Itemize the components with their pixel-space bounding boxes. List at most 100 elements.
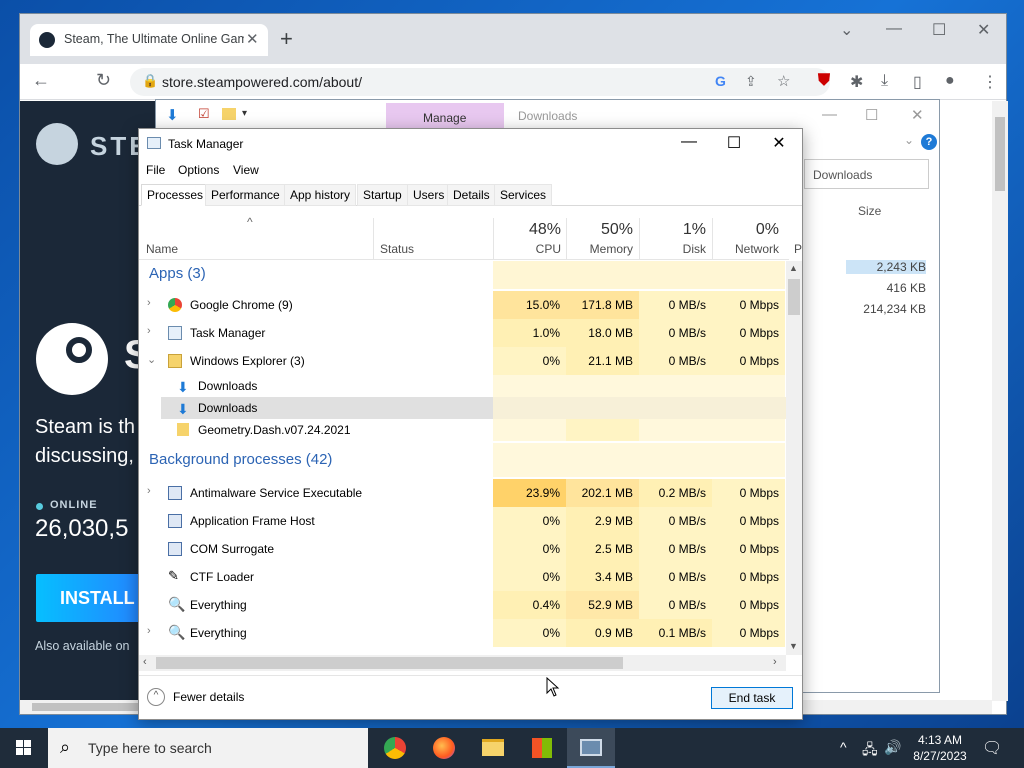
table-row[interactable]: Application Frame Host 0% 2.9 MB 0 MB/s …: [139, 507, 786, 535]
quick-access-dropdown-icon[interactable]: ▾: [242, 108, 247, 119]
size-column-header[interactable]: Size: [858, 204, 881, 218]
minimize-icon[interactable]: —: [822, 106, 837, 123]
child-row[interactable]: ⬇ Downloads: [139, 375, 786, 397]
extensions-icon[interactable]: ✱: [850, 72, 863, 92]
menu-options[interactable]: Options: [178, 163, 219, 177]
share-icon[interactable]: ⇪: [745, 73, 757, 90]
end-task-button[interactable]: End task: [711, 687, 793, 709]
maximize-icon[interactable]: ☐: [714, 133, 754, 153]
page-vertical-scrollbar[interactable]: [992, 101, 1008, 701]
volume-icon[interactable]: 🔊: [884, 739, 901, 756]
taskbar-explorer[interactable]: [469, 728, 517, 768]
taskbar-clock[interactable]: 4:13 AM 8/27/2023: [908, 732, 972, 764]
minimize-icon[interactable]: —: [669, 133, 709, 151]
scroll-up-icon[interactable]: ▲: [789, 263, 798, 273]
tab-services[interactable]: Services: [494, 184, 553, 206]
tray-overflow-icon[interactable]: ^: [840, 739, 847, 755]
scroll-left-icon[interactable]: ‹: [143, 656, 147, 668]
download-icon[interactable]: ⤓: [881, 72, 888, 90]
table-row[interactable]: › Antimalware Service Executable 23.9% 2…: [139, 479, 786, 507]
tab-processes[interactable]: Processes: [141, 184, 210, 206]
clock-time: 4:13 AM: [917, 733, 963, 747]
browser-tab[interactable]: Steam, The Ultimate Online Gam ✕: [30, 24, 268, 56]
col-memory[interactable]: Memory: [571, 242, 633, 256]
taskbar-store[interactable]: [518, 728, 566, 768]
process-horizontal-scrollbar[interactable]: ‹ ›: [139, 655, 786, 671]
expand-chevron-icon[interactable]: ›: [147, 297, 151, 309]
chevron-up-circle-icon[interactable]: ^: [147, 688, 165, 706]
network-icon[interactable]: 🖧: [862, 739, 878, 763]
child-row-selected[interactable]: ⬇ Downloads: [161, 397, 786, 419]
maximize-icon[interactable]: ☐: [865, 106, 878, 124]
column-divider[interactable]: [493, 218, 494, 260]
menu-view[interactable]: View: [233, 163, 259, 177]
folder-icon[interactable]: [222, 108, 236, 120]
expand-chevron-icon[interactable]: ›: [147, 625, 151, 637]
fewer-details-link[interactable]: Fewer details: [173, 690, 244, 704]
start-button[interactable]: [0, 728, 48, 768]
column-divider[interactable]: [639, 218, 640, 260]
properties-icon[interactable]: ☑: [198, 106, 210, 122]
process-vertical-scrollbar[interactable]: ▲ ▼: [786, 261, 802, 655]
ublock-icon[interactable]: ⛊: [818, 72, 830, 90]
scrollbar-thumb[interactable]: [156, 657, 623, 669]
manage-ribbon-tab[interactable]: Manage: [386, 103, 504, 131]
table-row[interactable]: › 🔍 Everything 0% 0.9 MB 0.1 MB/s 0 Mbps: [139, 619, 786, 647]
close-icon[interactable]: ✕: [977, 20, 990, 40]
expand-chevron-icon[interactable]: ›: [147, 485, 151, 497]
expand-ribbon-icon[interactable]: ⌄: [904, 133, 914, 147]
tab-startup[interactable]: Startup: [357, 184, 408, 206]
close-icon[interactable]: ✕: [911, 106, 924, 124]
bookmark-star-icon[interactable]: ☆: [777, 72, 790, 90]
maximize-icon[interactable]: ☐: [932, 20, 946, 40]
col-name[interactable]: Name: [146, 242, 178, 256]
child-row[interactable]: Geometry.Dash.v07.24.2021: [139, 419, 786, 441]
table-row[interactable]: › Google Chrome (9) 15.0% 171.8 MB 0 MB/…: [139, 291, 786, 319]
reload-icon[interactable]: ↻: [96, 70, 111, 91]
google-icon[interactable]: G: [715, 73, 726, 89]
help-icon[interactable]: ?: [921, 134, 937, 150]
col-cpu[interactable]: CPU: [499, 242, 561, 256]
notification-icon[interactable]: 🗨: [982, 738, 1002, 758]
col-network[interactable]: Network: [717, 242, 779, 256]
back-icon[interactable]: ←: [32, 70, 50, 91]
table-row[interactable]: › Task Manager 1.0% 18.0 MB 0 MB/s 0 Mbp…: [139, 319, 786, 347]
table-row[interactable]: COM Surrogate 0% 2.5 MB 0 MB/s 0 Mbps: [139, 535, 786, 563]
tab-performance[interactable]: Performance: [205, 184, 286, 206]
new-tab-icon[interactable]: +: [280, 26, 293, 52]
table-row[interactable]: ✎ CTF Loader 0% 3.4 MB 0 MB/s 0 Mbps: [139, 563, 786, 591]
taskbar-search-box[interactable]: ⌕ Type here to search: [48, 728, 368, 768]
scroll-down-icon[interactable]: ▼: [789, 641, 798, 651]
taskbar-firefox[interactable]: [420, 728, 468, 768]
taskbar-task-manager[interactable]: [567, 728, 615, 768]
tab-app-history[interactable]: App history: [284, 184, 357, 206]
tm-titlebar[interactable]: Task Manager — ☐ ✕: [139, 129, 802, 159]
chevron-down-icon[interactable]: ⌄: [840, 20, 853, 40]
tab-users[interactable]: Users: [407, 184, 451, 206]
expand-chevron-icon[interactable]: ›: [147, 325, 151, 337]
profile-avatar[interactable]: ●: [945, 72, 955, 90]
tab-close-icon[interactable]: ✕: [246, 30, 259, 48]
column-divider[interactable]: [373, 218, 374, 260]
address-bar[interactable]: 🔒 store.steampowered.com/about/ G ⇪ ☆: [130, 68, 830, 96]
tab-details[interactable]: Details: [447, 184, 496, 206]
sidepanel-icon[interactable]: ▯: [913, 72, 922, 92]
menu-kebab-icon[interactable]: ⋮: [982, 72, 998, 92]
col-disk[interactable]: Disk: [644, 242, 706, 256]
taskbar-chrome[interactable]: [371, 728, 419, 768]
column-divider[interactable]: [712, 218, 713, 260]
menu-file[interactable]: File: [146, 163, 165, 177]
column-divider[interactable]: [566, 218, 567, 260]
table-row[interactable]: ⌄ Windows Explorer (3) 0% 21.1 MB 0 MB/s…: [139, 347, 786, 375]
lock-icon[interactable]: 🔒: [142, 73, 158, 89]
scrollbar-thumb[interactable]: [995, 117, 1005, 191]
scroll-right-icon[interactable]: ›: [773, 656, 777, 668]
close-icon[interactable]: ✕: [759, 133, 799, 153]
collapse-chevron-icon[interactable]: ⌄: [147, 353, 156, 366]
table-row[interactable]: 🔍 Everything 0.4% 52.9 MB 0 MB/s 0 Mbps: [139, 591, 786, 619]
scrollbar-thumb[interactable]: [788, 279, 800, 315]
steam-logo-icon[interactable]: [36, 123, 78, 165]
minimize-icon[interactable]: —: [886, 20, 902, 38]
explorer-search-input[interactable]: Downloads: [804, 159, 929, 189]
col-status[interactable]: Status: [380, 242, 414, 256]
